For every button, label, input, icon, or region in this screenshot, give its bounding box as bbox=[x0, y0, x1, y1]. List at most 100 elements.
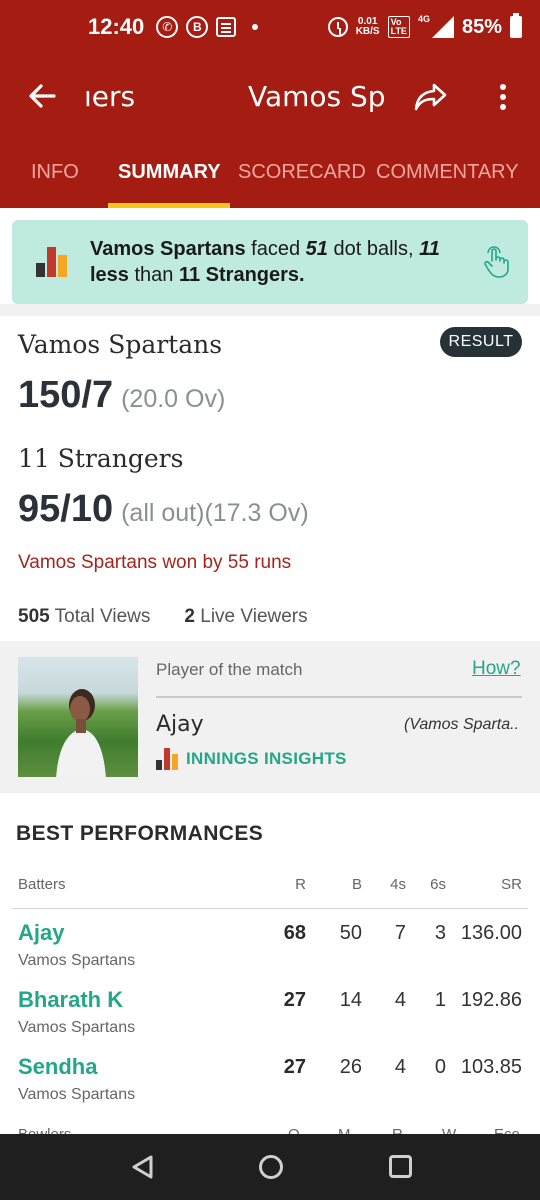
battery-icon bbox=[510, 13, 522, 38]
app-bar: ıers Vamos Sp bbox=[0, 54, 540, 138]
page-title: Vamos Sp bbox=[248, 79, 384, 113]
header-strike-rate: SR bbox=[501, 876, 522, 893]
back-button[interactable] bbox=[0, 54, 84, 138]
batter-sixes: 0 bbox=[434, 1056, 446, 1078]
batter-balls: 50 bbox=[339, 922, 362, 944]
tab-scorecard[interactable]: SCORECARD bbox=[238, 138, 366, 208]
team1-score: 150/7 bbox=[18, 374, 114, 416]
batter-sixes: 3 bbox=[434, 922, 446, 944]
team2-name: 11 Strangers bbox=[18, 444, 184, 473]
insight-team: Vamos Spartans bbox=[90, 238, 246, 260]
section-divider bbox=[0, 304, 540, 316]
tab-bar: INFO SUMMARY SCORECARD COMMENTARY bbox=[0, 138, 540, 208]
status-bar: 12:40 ✆ B 0.01 KB/S Vo LTE 4G 85% bbox=[0, 0, 540, 54]
innings-insights-link[interactable]: INNINGS INSIGHTS bbox=[156, 748, 347, 770]
batter-name[interactable]: Bharath K bbox=[18, 987, 123, 1013]
tap-hand-icon bbox=[484, 246, 509, 278]
match-result: Vamos Spartans won by 55 runs bbox=[18, 552, 292, 573]
signal-icon bbox=[431, 16, 454, 38]
team2-overs: (all out)(17.3 Ov) bbox=[121, 499, 309, 527]
batters-table-header: Batters R B 4s 6s SR bbox=[18, 876, 522, 898]
live-viewers-label: Live Viewers bbox=[200, 606, 308, 627]
tab-info[interactable]: INFO bbox=[31, 138, 79, 208]
notification-icons: ✆ B bbox=[156, 16, 259, 38]
batter-team: Vamos Spartans bbox=[18, 952, 136, 969]
how-link[interactable]: How? bbox=[472, 658, 521, 680]
insight-text-2: dot balls, bbox=[327, 238, 420, 260]
batter-row[interactable]: Bharath K Vamos Spartans 27 14 4 1 192.8… bbox=[18, 987, 522, 1053]
team2-score-line: 95/10 (all out)(17.3 Ov) bbox=[18, 488, 309, 531]
alarm-icon bbox=[327, 17, 348, 37]
insight-text: Vamos Spartans faced 51 dot balls, 11 les… bbox=[90, 236, 474, 288]
nav-back-icon[interactable] bbox=[128, 1152, 158, 1182]
network-type: 4G bbox=[417, 14, 430, 24]
table-divider bbox=[12, 908, 528, 909]
batter-sixes: 1 bbox=[434, 989, 446, 1011]
b-icon: B bbox=[186, 16, 209, 38]
player-of-match-name[interactable]: Ajay bbox=[156, 712, 204, 737]
batter-team: Vamos Spartans bbox=[18, 1086, 136, 1103]
more-options-button[interactable] bbox=[482, 76, 524, 118]
share-icon bbox=[414, 83, 447, 111]
batter-runs: 27 bbox=[283, 1056, 306, 1078]
view-stats: 505 Total Views 2 Live Viewers bbox=[18, 606, 308, 628]
back-arrow-icon bbox=[29, 84, 56, 108]
batter-runs: 68 bbox=[283, 922, 306, 944]
insight-less-count: 11 bbox=[419, 238, 440, 260]
batter-fours: 4 bbox=[394, 1056, 406, 1078]
batter-runs: 27 bbox=[283, 989, 306, 1011]
innings-insights-label: INNINGS INSIGHTS bbox=[186, 749, 347, 768]
batter-row[interactable]: Sendha Vamos Spartans 27 26 4 0 103.85 bbox=[18, 1054, 522, 1120]
batter-name[interactable]: Sendha bbox=[18, 1054, 97, 1080]
innings-insights-icon bbox=[156, 748, 178, 770]
batters-header-label: Batters bbox=[18, 876, 66, 893]
insight-text-1: faced bbox=[245, 238, 306, 260]
player-photo-figure bbox=[56, 689, 106, 777]
batter-fours: 7 bbox=[394, 922, 406, 944]
system-nav-bar bbox=[0, 1134, 540, 1200]
tab-commentary[interactable]: COMMENTARY bbox=[376, 138, 519, 208]
system-icons: 0.01 KB/S Vo LTE 4G 85% bbox=[327, 13, 522, 39]
total-views-label: Total Views bbox=[54, 606, 151, 627]
player-photo[interactable] bbox=[18, 657, 138, 777]
header-fours: 4s bbox=[390, 876, 406, 893]
insight-banner[interactable]: Vamos Spartans faced 51 dot balls, 11 les… bbox=[12, 220, 528, 304]
tab-indicator bbox=[108, 203, 230, 208]
header-runs: R bbox=[295, 876, 306, 893]
batter-team: Vamos Spartans bbox=[18, 1019, 136, 1036]
batter-strike-rate: 136.00 bbox=[460, 922, 522, 944]
data-rate-unit: KB/S bbox=[355, 26, 380, 37]
result-badge: RESULT bbox=[440, 327, 522, 357]
team1-score-line: 150/7 (20.0 Ov) bbox=[18, 374, 225, 417]
batter-row[interactable]: Ajay Vamos Spartans 68 50 7 3 136.00 bbox=[18, 920, 522, 986]
batter-name[interactable]: Ajay bbox=[18, 920, 64, 946]
team1-overs: (20.0 Ov) bbox=[121, 385, 226, 413]
header-sixes: 6s bbox=[430, 876, 446, 893]
batter-strike-rate: 192.86 bbox=[460, 989, 522, 1011]
insight-dot-balls: 51 bbox=[305, 238, 328, 260]
volte-icon: Vo LTE bbox=[387, 16, 410, 38]
battery-percent: 85% bbox=[461, 15, 502, 38]
total-views-count: 505 bbox=[18, 606, 50, 627]
potm-divider bbox=[156, 696, 522, 698]
data-rate: 0.01 KB/S bbox=[356, 17, 380, 37]
more-vert-icon bbox=[500, 94, 506, 100]
tab-summary[interactable]: SUMMARY bbox=[118, 138, 221, 208]
batter-balls: 14 bbox=[339, 989, 362, 1011]
dot-icon bbox=[252, 24, 259, 30]
nav-recents-icon[interactable] bbox=[389, 1155, 412, 1178]
total-views: 505 Total Views bbox=[18, 606, 150, 628]
status-time: 12:40 bbox=[88, 14, 145, 39]
batter-balls: 26 bbox=[339, 1056, 362, 1078]
live-viewers-count: 2 bbox=[184, 606, 195, 627]
news-icon bbox=[216, 17, 237, 37]
team2-score: 95/10 bbox=[18, 488, 114, 530]
share-button[interactable] bbox=[410, 76, 452, 118]
insight-opponent: 11 Strangers. bbox=[178, 264, 305, 286]
team1-name: Vamos Spartans bbox=[18, 330, 223, 359]
header-balls: B bbox=[351, 876, 362, 893]
previous-title-fragment[interactable]: ıers bbox=[84, 80, 164, 113]
insights-chart-icon bbox=[36, 247, 68, 277]
nav-home-icon[interactable] bbox=[259, 1155, 283, 1179]
whatsapp-icon: ✆ bbox=[156, 16, 179, 38]
